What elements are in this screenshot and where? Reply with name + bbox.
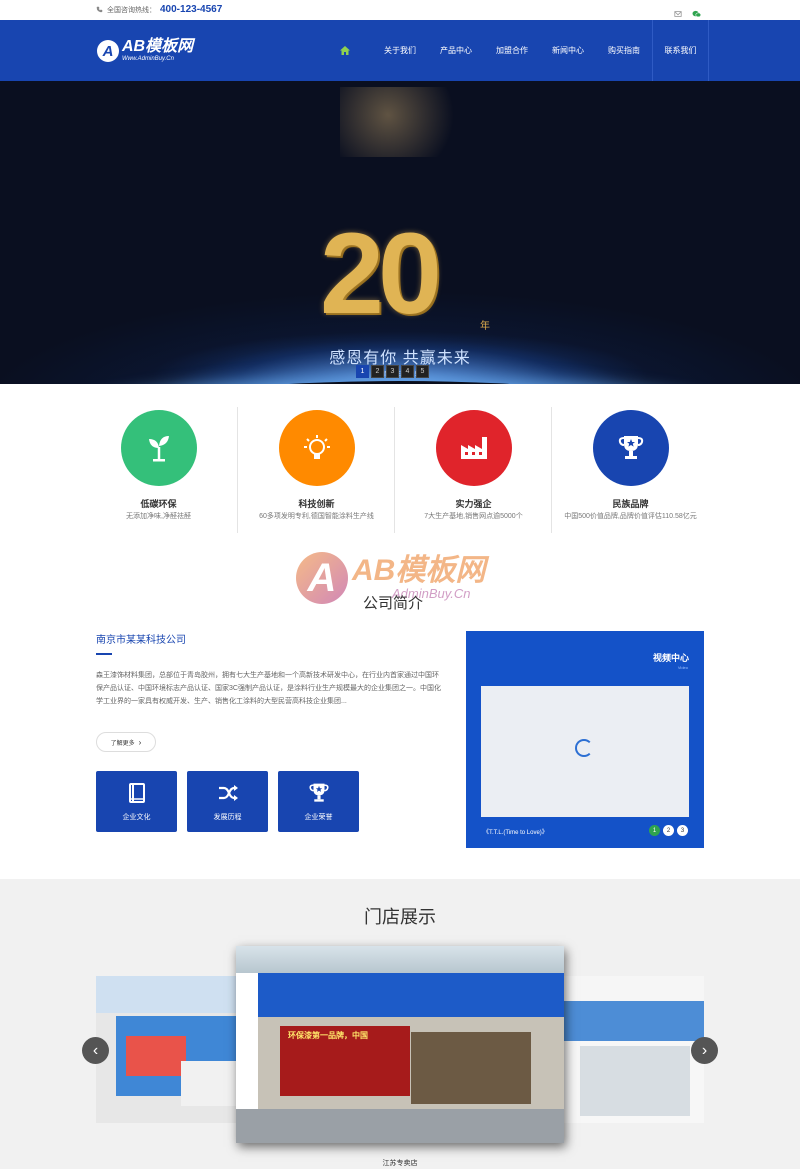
site-logo[interactable]: A AB模板网 Www.AdminBuy.Cn (97, 39, 193, 63)
nav-about[interactable]: 关于我们 (372, 20, 428, 81)
feature-desc: 无添加净味,净醛祛醛 (126, 513, 191, 520)
store-sign-text: 环保漆第一品牌，中国 (288, 1031, 368, 1040)
learn-more-button[interactable]: 了解更多 › (96, 732, 156, 752)
feature-tech[interactable]: 科技创新 60多项发明专利,德国智能涂料生产线 (237, 407, 394, 533)
anniversary-year: 年 (480, 321, 490, 332)
hotline-label: 全国咨询热线： (107, 6, 156, 14)
banner-page-3[interactable]: 3 (386, 365, 399, 378)
video-page-1[interactable]: 1 (649, 825, 660, 836)
factory-icon (436, 410, 512, 486)
banner-page-1[interactable]: 1 (356, 365, 369, 378)
feature-title: 实力强企 (455, 499, 492, 509)
home-icon (340, 46, 350, 55)
main-nav: A AB模板网 Www.AdminBuy.Cn 关于我们 产品中心 加盟合作 新… (0, 20, 800, 81)
video-caption: 《T.T.L.(Time to Love)》 (483, 830, 548, 836)
section-title: 公司简介 (363, 595, 424, 612)
nav-franchise[interactable]: 加盟合作 (484, 20, 540, 81)
logo-url: Www.AdminBuy.Cn (122, 56, 174, 62)
banner-page-4[interactable]: 4 (401, 365, 414, 378)
hotline: 全国咨询热线： 400-123-4567 (96, 4, 222, 15)
nav-guide[interactable]: 购买指南 (596, 20, 652, 81)
title-underline (96, 653, 112, 655)
video-subtitle: Video (677, 665, 688, 670)
intro-heading: A AB模板网 AdminBuy.Cn 公司简介 (296, 552, 506, 622)
banner-pagination: 1 2 3 4 5 (356, 365, 429, 378)
sprout-icon (121, 410, 197, 486)
feature-eco[interactable]: 低碳环保 无添加净味,净醛祛醛 (80, 407, 237, 533)
trophy-icon (593, 410, 669, 486)
video-page-2[interactable]: 2 (663, 825, 674, 836)
logo-name: AB模板网 (122, 38, 194, 55)
phone-icon (96, 6, 103, 13)
wechat-icon[interactable] (692, 5, 702, 18)
nav-home[interactable] (318, 20, 372, 81)
logo-mark: A (97, 40, 119, 62)
honors-button[interactable]: 企业荣誉 (278, 771, 359, 832)
company-description: 森王漆饰材料集团，总部位于青岛胶州，拥有七大生产基地和一个高新技术研发中心，在行… (96, 672, 441, 705)
feature-title: 低碳环保 (140, 499, 177, 509)
store-sign (258, 973, 564, 1017)
video-player[interactable] (481, 686, 689, 817)
shuffle-icon (218, 784, 238, 801)
planet-horizon (0, 381, 800, 384)
honors-label: 企业荣誉 (304, 813, 333, 821)
history-label: 发展历程 (213, 813, 242, 821)
feature-title: 民族品牌 (612, 499, 649, 509)
next-arrow-icon[interactable]: › (691, 1037, 718, 1064)
video-title: 视频中心 (652, 653, 689, 663)
nav-contact[interactable]: 联系我们 (652, 20, 709, 81)
store-caption: 江苏专卖店 (382, 1160, 418, 1167)
mail-icon[interactable] (674, 5, 682, 17)
banner-page-2[interactable]: 2 (371, 365, 384, 378)
learn-more-label: 了解更多 (110, 740, 135, 747)
top-bar: 全国咨询热线： 400-123-4567 (0, 0, 800, 20)
feature-desc: 中国500价值品牌,品牌价值评估110.58亿元 (564, 513, 697, 520)
banner-page-5[interactable]: 5 (416, 365, 429, 378)
feature-desc: 60多项发明专利,德国智能涂料生产线 (259, 513, 374, 520)
quick-links: 企业文化 发展历程 企业荣誉 (96, 771, 359, 832)
video-panel: 视频中心 Video 《T.T.L.(Time to Love)》 1 2 3 (466, 631, 704, 848)
store-photo-left[interactable] (96, 976, 256, 1123)
nav-products[interactable]: 产品中心 (428, 20, 484, 81)
hero-banner[interactable]: 20 年 感恩有你 共赢未来 SINCE 1996 (0, 81, 800, 384)
section-title: 门店展示 (364, 907, 436, 927)
video-pagination: 1 2 3 (649, 825, 688, 836)
lightbulb-icon (279, 410, 355, 486)
store-photo-right[interactable] (560, 976, 704, 1123)
stores-section: 门店展示 环保漆第一品牌，中国 (0, 879, 800, 1169)
feature-list: 低碳环保 无添加净味,净醛祛醛 科技创新 60多项发明专利,德国智能涂料生产线 … (80, 407, 720, 533)
hotline-number: 400-123-4567 (160, 4, 223, 15)
feature-desc: 7大生产基地,销售网点逾5000个 (424, 513, 523, 520)
culture-label: 企业文化 (122, 813, 151, 821)
prev-arrow-icon[interactable]: ‹ (82, 1037, 109, 1064)
feature-brand[interactable]: 民族品牌 中国500价值品牌,品牌价值评估110.58亿元 (551, 407, 708, 533)
feature-strength[interactable]: 实力强企 7大生产基地,销售网点逾5000个 (394, 407, 551, 533)
nav-news[interactable]: 新闻中心 (540, 20, 596, 81)
nav-menu: 关于我们 产品中心 加盟合作 新闻中心 购买指南 联系我们 (318, 20, 709, 81)
trophy-icon (308, 783, 329, 802)
company-name: 南京市某某科技公司 (96, 635, 186, 646)
feature-title: 科技创新 (298, 499, 335, 509)
store-photo-main[interactable]: 环保漆第一品牌，中国 (236, 946, 564, 1143)
video-page-3[interactable]: 3 (677, 825, 688, 836)
history-button[interactable]: 发展历程 (187, 771, 268, 832)
sparkles (340, 87, 500, 157)
chevron-right-icon: › (138, 737, 142, 747)
watermark-name: AB模板网 (352, 553, 486, 587)
book-icon (128, 782, 145, 803)
anniversary-number: 20 (320, 210, 442, 338)
culture-button[interactable]: 企业文化 (96, 771, 177, 832)
loading-spinner-icon (575, 739, 593, 757)
